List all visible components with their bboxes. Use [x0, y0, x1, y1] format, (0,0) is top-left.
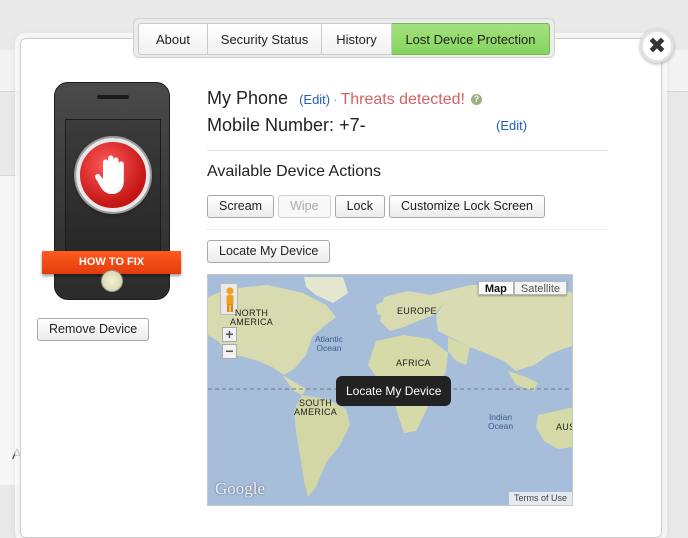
map-label-europe: EUROPE: [397, 306, 437, 316]
phone-speaker: [97, 95, 129, 99]
map-type-map-button[interactable]: Map: [477, 281, 514, 295]
device-name: My Phone: [207, 88, 289, 108]
mobile-number-value: +7-: [339, 115, 366, 135]
zoom-out-button[interactable]: −: [222, 344, 237, 359]
mobile-number-label: Mobile Number:: [207, 115, 335, 135]
map-type-satellite-button[interactable]: Satellite: [513, 281, 567, 295]
device-name-line: My Phone (Edit) · Threats detected!?: [207, 88, 482, 109]
tab-about[interactable]: About: [138, 23, 208, 55]
edit-device-name-link[interactable]: (Edit): [299, 92, 330, 107]
map-label-north-america: NORTH AMERICA: [230, 308, 274, 327]
threat-status: Threats detected!: [340, 91, 465, 108]
location-map[interactable]: + − Map Satellite NORTH AMERICA EUROPE A…: [207, 274, 573, 506]
divider: [207, 150, 607, 151]
tab-lost-device-protection[interactable]: Lost Device Protection: [392, 23, 550, 55]
wipe-button: Wipe: [278, 195, 331, 218]
map-label-south-america: SOUTH AMERICA: [294, 398, 338, 417]
phone-home-button: [101, 270, 123, 292]
locate-tooltip: Locate My Device: [336, 376, 452, 406]
map-type-control: Map Satellite: [477, 281, 567, 295]
zoom-in-button[interactable]: +: [222, 327, 237, 342]
locate-my-device-button[interactable]: Locate My Device: [207, 240, 331, 263]
scream-button[interactable]: Scream: [207, 195, 275, 218]
map-label-africa: AFRICA: [396, 358, 431, 368]
modal-tabs: About Security Status History Lost Devic…: [133, 18, 555, 58]
map-label-indian-ocean: Indian Ocean: [488, 412, 514, 431]
map-zoom-control: + −: [222, 327, 237, 359]
close-icon[interactable]: ✖: [640, 29, 674, 63]
customize-lock-screen-button[interactable]: Customize Lock Screen: [388, 195, 545, 218]
stop-hand-icon: [76, 138, 150, 212]
map-label-australia: AUS: [556, 422, 572, 432]
tab-security-status[interactable]: Security Status: [208, 23, 322, 55]
lock-button[interactable]: Lock: [334, 195, 385, 218]
map-label-atlantic-ocean: Atlantic Ocean: [315, 334, 343, 353]
edit-mobile-number-link[interactable]: (Edit): [496, 118, 527, 133]
divider: [207, 229, 607, 230]
separator: ·: [333, 92, 338, 107]
mobile-number-line: Mobile Number: +7-: [207, 115, 366, 136]
hand-glyph: [95, 155, 124, 194]
tab-history[interactable]: History: [322, 23, 392, 55]
remove-device-button[interactable]: Remove Device: [37, 318, 150, 341]
actions-heading: Available Device Actions: [207, 163, 382, 180]
help-icon[interactable]: ?: [470, 94, 482, 105]
device-action-buttons: Scream Wipe Lock Customize Lock Screen: [207, 195, 545, 218]
google-logo: Google: [215, 479, 266, 498]
terms-of-use-link[interactable]: Terms of Use: [508, 492, 572, 505]
